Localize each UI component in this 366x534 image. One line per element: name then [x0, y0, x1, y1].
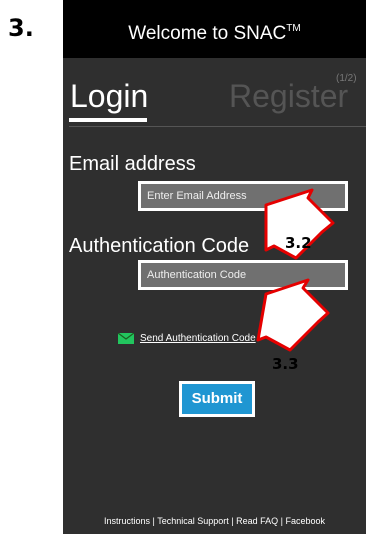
callout-3-3-label: 3.3	[272, 355, 299, 373]
callout-3-2: 3.2	[264, 188, 335, 260]
callout-3-3: 3.3	[256, 278, 330, 373]
callout-overlay: 3.2 3.3	[256, 188, 335, 373]
callout-3-2-label: 3.2	[285, 234, 312, 252]
arrow-callout-icon	[256, 278, 330, 352]
